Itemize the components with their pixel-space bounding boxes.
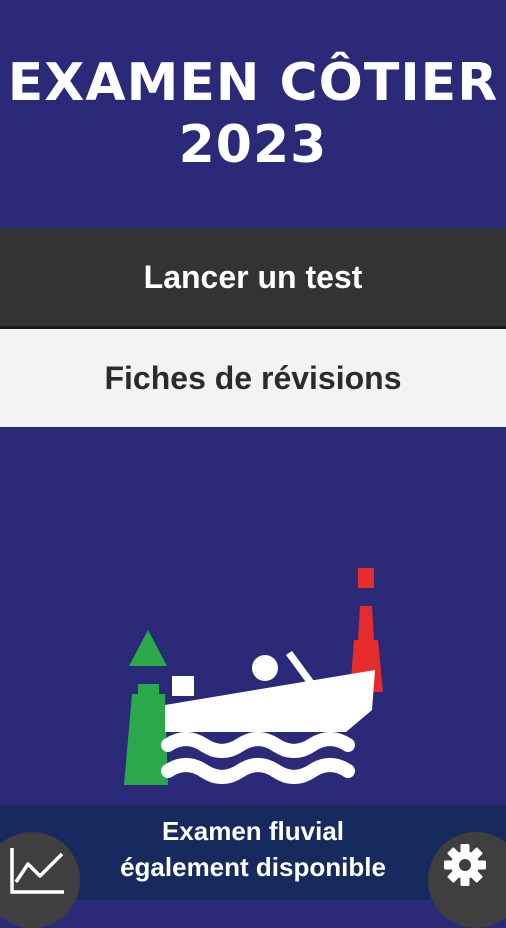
gear-icon [444,844,486,886]
title-line-2: 2023 [178,115,328,175]
revision-sheets-button[interactable]: Fiches de révisions [0,329,506,427]
promo-line-1: Examen fluvial [161,816,345,846]
motorboat-icon [165,651,375,732]
line-chart-icon [10,848,64,894]
green-buoy-icon [124,630,168,785]
fluvial-promo-link[interactable]: Examen fluvial également disponible [90,813,416,885]
boat-buoys-illustration [124,568,383,785]
title-line-1: EXAMEN CÔTIER [7,53,499,113]
promo-line-2: également disponible [120,852,386,882]
app-title: EXAMEN CÔTIER 2023 [0,0,506,228]
start-test-button[interactable]: Lancer un test [0,228,506,329]
waves-icon [161,732,355,784]
